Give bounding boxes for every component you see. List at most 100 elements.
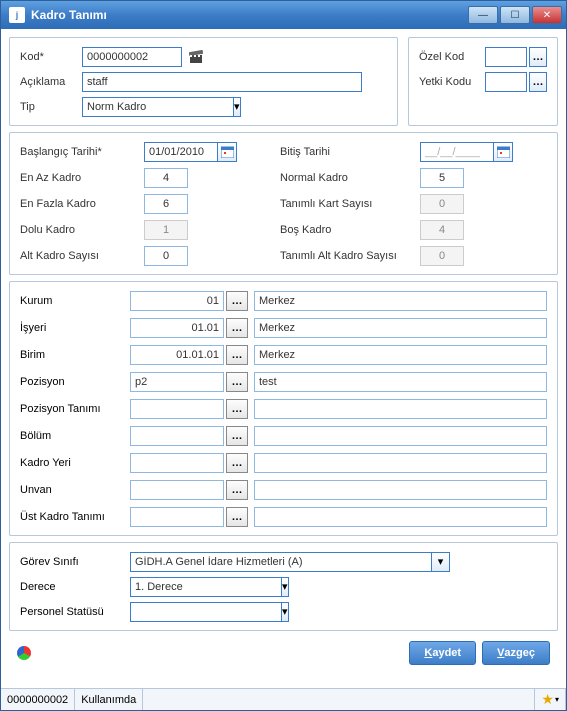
chevron-down-icon[interactable]: ▾ — [233, 97, 241, 117]
baslangic-label: Başlangıç Tarihi* — [20, 146, 144, 158]
tanimlialt-label: Tanımlı Alt Kadro Sayısı — [280, 250, 420, 262]
lookup-button[interactable]: … — [226, 318, 248, 338]
baslangic-input[interactable] — [144, 142, 218, 162]
lookup-code-input[interactable] — [130, 426, 224, 446]
bitis-input[interactable] — [420, 142, 494, 162]
tanimlikart-input — [420, 194, 464, 214]
kod-input[interactable] — [82, 47, 182, 67]
tanimlikart-label: Tanımlı Kart Sayısı — [280, 198, 420, 210]
lookup-code-input[interactable] — [130, 372, 224, 392]
tip-label: Tip — [20, 101, 82, 113]
window-title: Kadro Tanımı — [31, 8, 468, 22]
color-icon[interactable] — [17, 646, 31, 660]
gorev-combo[interactable]: ▾ — [130, 552, 450, 572]
lookup-button[interactable]: … — [226, 399, 248, 419]
tip-input[interactable] — [82, 97, 233, 117]
panel-codes: Özel Kod … Yetki Kodu … — [408, 37, 558, 126]
content: Kod* Açıklama Tip ▾ — [1, 29, 566, 688]
lookup-label: Unvan — [20, 484, 130, 496]
normal-label: Normal Kadro — [280, 172, 420, 184]
aciklama-input[interactable] — [82, 72, 362, 92]
lookup-button[interactable]: … — [226, 507, 248, 527]
ozelkod-lookup-button[interactable]: … — [529, 47, 547, 67]
lookup-desc-input[interactable] — [254, 372, 547, 392]
lookup-desc-input[interactable] — [254, 345, 547, 365]
yetki-label: Yetki Kodu — [419, 76, 485, 88]
gorev-input[interactable] — [130, 552, 431, 572]
lookup-button[interactable]: … — [226, 345, 248, 365]
lookup-code-input[interactable] — [130, 507, 224, 527]
lookup-label: Bölüm — [20, 430, 130, 442]
lookup-desc-input[interactable] — [254, 480, 547, 500]
lookup-code-input[interactable] — [130, 291, 224, 311]
lookup-code-input[interactable] — [130, 480, 224, 500]
status-code: 0000000002 — [1, 689, 75, 710]
aciklama-label: Açıklama — [20, 76, 82, 88]
gorev-label: Görev Sınıfı — [20, 556, 130, 568]
lookup-desc-input[interactable] — [254, 291, 547, 311]
minimize-button[interactable]: — — [468, 6, 498, 24]
bos-input — [420, 220, 464, 240]
panel-lookups: Kurum…İşyeri…Birim…Pozisyon…Pozisyon Tan… — [9, 281, 558, 536]
ozelkod-input[interactable] — [485, 47, 527, 67]
lookup-label: İşyeri — [20, 322, 130, 334]
status-state: Kullanımda — [75, 689, 143, 710]
button-bar: Kaydet Vazgeç — [9, 637, 558, 669]
ozelkod-label: Özel Kod — [419, 51, 485, 63]
chevron-down-icon[interactable]: ▾ — [431, 552, 450, 572]
yetki-lookup-button[interactable]: … — [529, 72, 547, 92]
normal-input[interactable] — [420, 168, 464, 188]
enaz-input[interactable] — [144, 168, 188, 188]
alt-input[interactable] — [144, 246, 188, 266]
clapper-icon[interactable] — [188, 49, 204, 65]
panel-class: Görev Sınıfı ▾ Derece ▾ Personel Statüsü… — [9, 542, 558, 631]
lookup-button[interactable]: … — [226, 372, 248, 392]
enfazla-label: En Fazla Kadro — [20, 198, 144, 210]
bitis-label: Bitiş Tarihi — [280, 146, 420, 158]
enfazla-input[interactable] — [144, 194, 188, 214]
lookup-code-input[interactable] — [130, 345, 224, 365]
lookup-desc-input[interactable] — [254, 507, 547, 527]
lookup-code-input[interactable] — [130, 318, 224, 338]
cancel-button[interactable]: Vazgeç — [482, 641, 550, 665]
tanimlialt-input — [420, 246, 464, 266]
statu-combo[interactable]: ▾ — [130, 602, 240, 622]
derece-input[interactable] — [130, 577, 281, 597]
statu-input[interactable] — [130, 602, 281, 622]
lookup-desc-input[interactable] — [254, 453, 547, 473]
lookup-label: Kadro Yeri — [20, 457, 130, 469]
calendar-icon[interactable] — [218, 142, 237, 162]
status-empty — [143, 689, 535, 710]
lookup-button[interactable]: … — [226, 480, 248, 500]
star-icon: ★ — [541, 691, 554, 708]
lookup-desc-input[interactable] — [254, 426, 547, 446]
lookup-label: Pozisyon — [20, 376, 130, 388]
tip-combo[interactable]: ▾ — [82, 97, 202, 117]
kod-label: Kod* — [20, 51, 82, 63]
enaz-label: En Az Kadro — [20, 172, 144, 184]
yetki-input[interactable] — [485, 72, 527, 92]
status-bar: 0000000002 Kullanımda ★▾ — [1, 688, 566, 710]
status-star[interactable]: ★▾ — [535, 689, 566, 710]
lookup-button[interactable]: … — [226, 291, 248, 311]
save-button[interactable]: Kaydet — [409, 641, 476, 665]
titlebar[interactable]: j Kadro Tanımı — ☐ ✕ — [1, 1, 566, 29]
window: j Kadro Tanımı — ☐ ✕ Kod* Açıklama — [0, 0, 567, 711]
app-icon: j — [9, 7, 25, 23]
close-button[interactable]: ✕ — [532, 6, 562, 24]
lookup-desc-input[interactable] — [254, 399, 547, 419]
lookup-code-input[interactable] — [130, 453, 224, 473]
lookup-button[interactable]: … — [226, 426, 248, 446]
lookup-desc-input[interactable] — [254, 318, 547, 338]
derece-combo[interactable]: ▾ — [130, 577, 240, 597]
maximize-button[interactable]: ☐ — [500, 6, 530, 24]
panel-basic: Kod* Açıklama Tip ▾ — [9, 37, 398, 126]
calendar-icon[interactable] — [494, 142, 513, 162]
chevron-down-icon[interactable]: ▾ — [281, 602, 289, 622]
lookup-button[interactable]: … — [226, 453, 248, 473]
chevron-down-icon[interactable]: ▾ — [281, 577, 289, 597]
dolu-input — [144, 220, 188, 240]
derece-label: Derece — [20, 581, 130, 593]
dolu-label: Dolu Kadro — [20, 224, 144, 236]
lookup-code-input[interactable] — [130, 399, 224, 419]
